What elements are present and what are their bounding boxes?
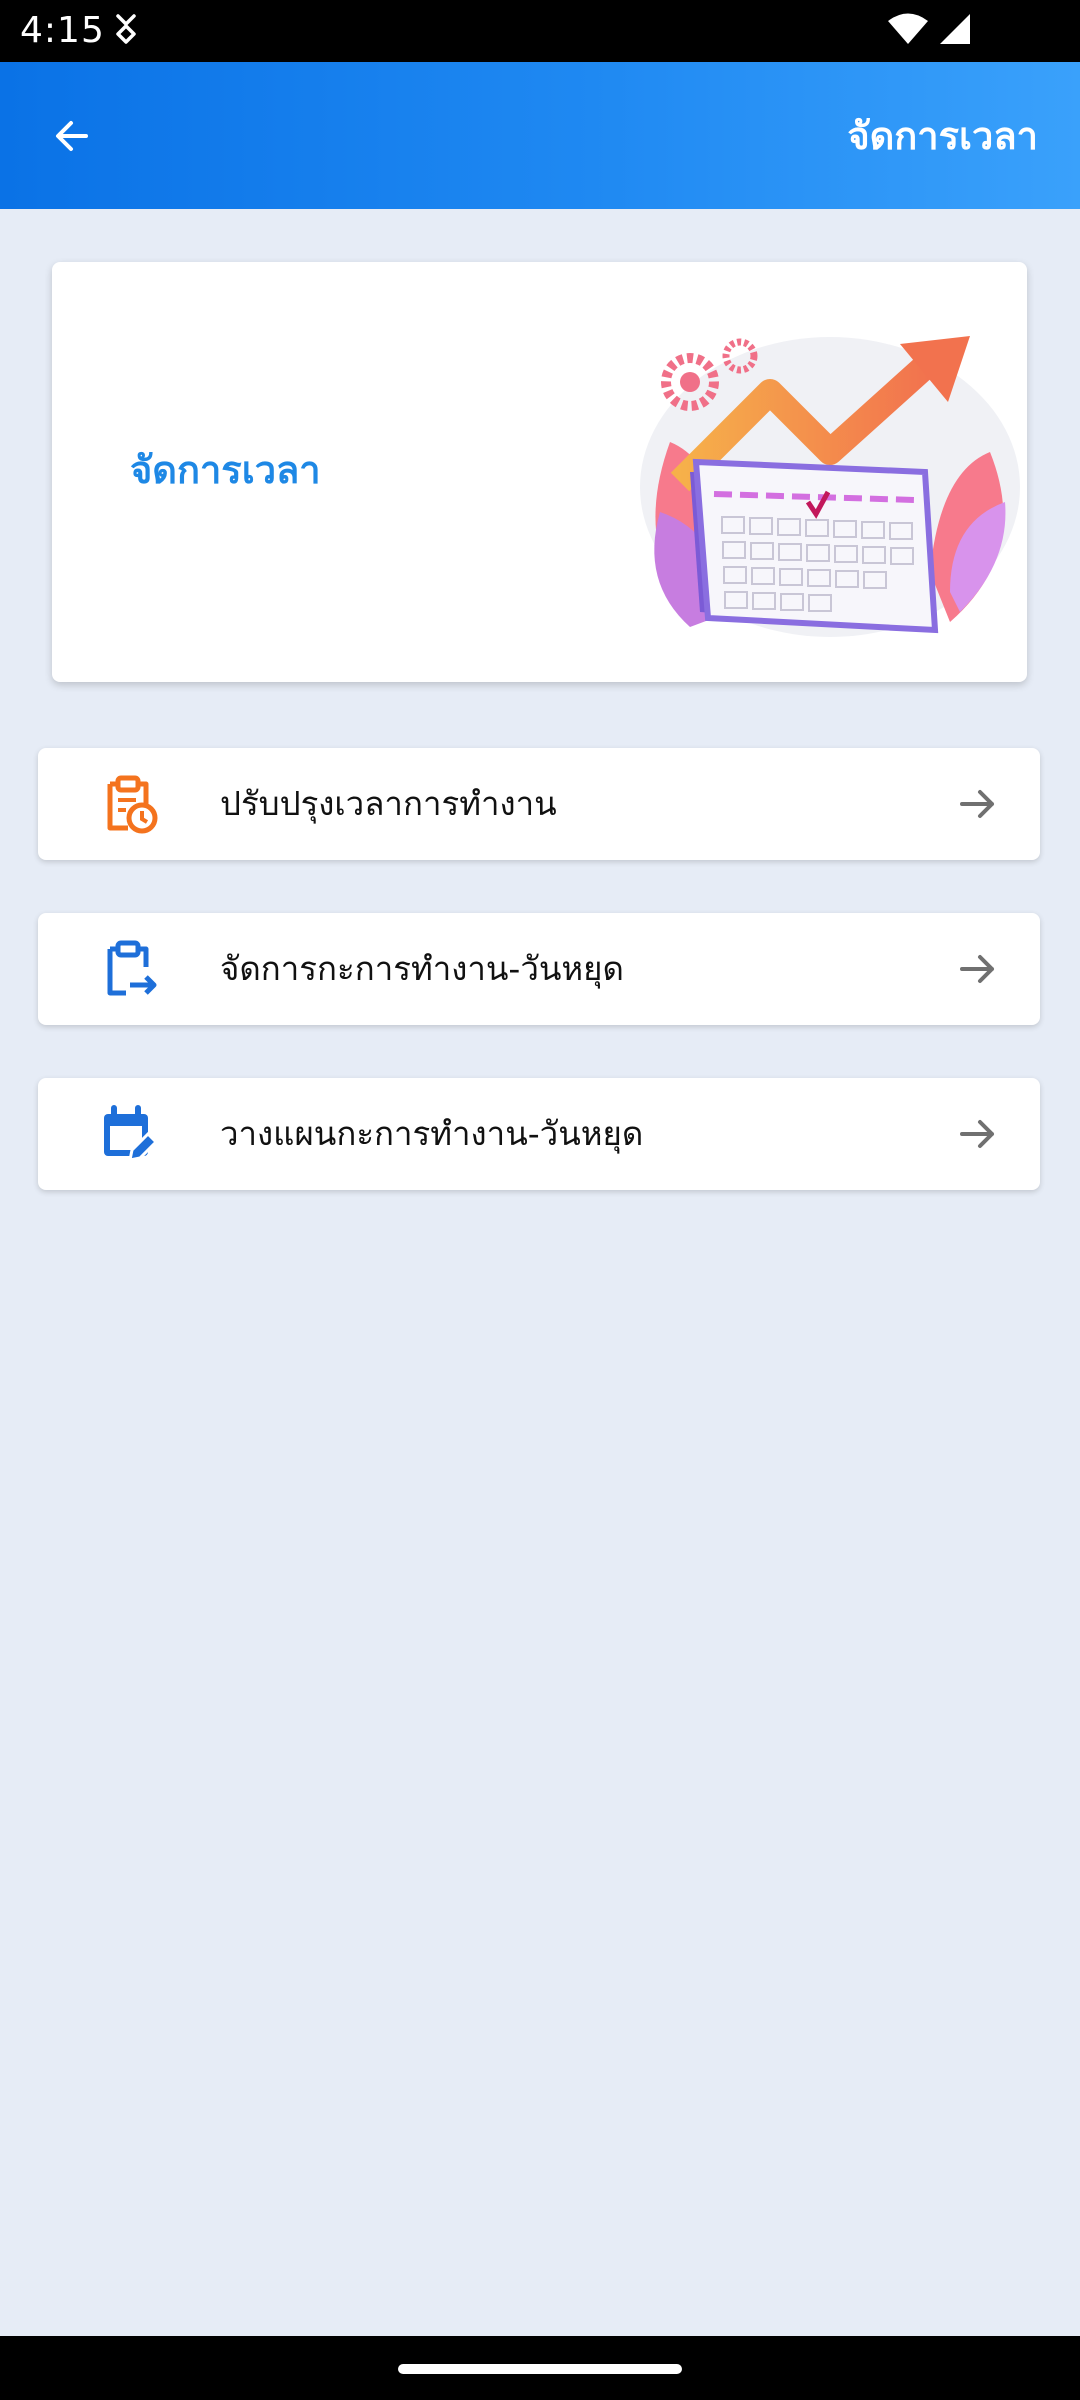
app-bar: จัดการเวลา (0, 62, 1080, 209)
clipboard-clock-icon (107, 775, 158, 834)
cell-signal-icon (936, 12, 972, 50)
arrow-forward-icon (960, 1120, 994, 1148)
menu-item-label: วางแผนกะการทำงาน-วันหยุด (220, 1114, 644, 1153)
notification-icon (112, 14, 140, 52)
page-title: จัดการเวลา (847, 114, 1038, 158)
arrow-forward-icon (960, 955, 994, 983)
status-bar: 4:15 (0, 0, 1080, 62)
back-button[interactable] (42, 106, 102, 166)
clipboard-swap-icon (107, 940, 157, 996)
system-nav-bar (0, 2336, 1080, 2400)
hero-card: จัดการเวลา (52, 262, 1027, 682)
calendar-edit-icon (104, 1105, 158, 1162)
menu-item-manage-shift-holiday[interactable]: จัดการกะการทำงาน-วันหยุด (38, 913, 1040, 1025)
hero-title: จัดการเวลา (130, 448, 321, 492)
menu-item-plan-shift-holiday[interactable]: วางแผนกะการทำงาน-วันหยุด (38, 1078, 1040, 1190)
wifi-icon (886, 12, 930, 50)
arrow-back-icon (56, 121, 88, 151)
home-indicator[interactable] (398, 2364, 682, 2374)
arrow-forward-icon (960, 790, 994, 818)
status-time: 4:15 (20, 10, 105, 51)
menu-item-label: จัดการกะการทำงาน-วันหยุด (220, 949, 624, 988)
calendar-growth-illustration (630, 322, 1020, 642)
menu-item-label: ปรับปรุงเวลาการทำงาน (220, 784, 557, 823)
menu-item-adjust-work-time[interactable]: ปรับปรุงเวลาการทำงาน (38, 748, 1040, 860)
